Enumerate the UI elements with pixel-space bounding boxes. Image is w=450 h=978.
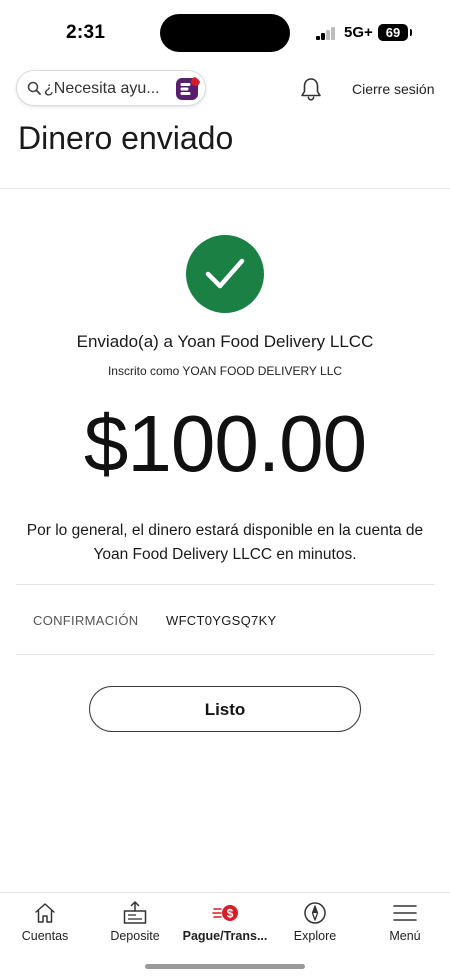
home-indicator[interactable]: [145, 964, 305, 969]
divider: [16, 584, 434, 585]
nav-label: Pague/Trans...: [182, 929, 268, 943]
sign-out-link[interactable]: Cierre sesión: [352, 81, 434, 97]
search-placeholder: ¿Necesita ayu...: [44, 80, 160, 97]
nav-label: Explore: [293, 929, 337, 943]
compass-icon: [304, 902, 326, 924]
confirmation-code: WFCT0YGSQ7KY: [166, 613, 277, 628]
nav-item-deposit[interactable]: Deposite: [90, 893, 180, 953]
top-bar: ¿Necesita ayu... Cierre sesión: [0, 70, 450, 110]
nav-item-explore[interactable]: Explore: [270, 893, 360, 953]
nav-label: Deposite: [110, 929, 160, 943]
amount-sent: $100.00: [83, 399, 367, 488]
dynamic-island: [160, 14, 290, 52]
search-assistant-input[interactable]: ¿Necesita ayu...: [16, 70, 206, 106]
confirmation-label: CONFIRMACIÓN: [33, 613, 139, 628]
nav-label: Cuentas: [21, 929, 69, 943]
nav-item-menu[interactable]: Menú: [360, 893, 450, 953]
enrolled-as-label: Inscrito como YOAN FOOD DELIVERY LLC: [107, 364, 343, 378]
network-type: 5G+: [344, 24, 373, 41]
title-divider: [0, 188, 450, 189]
menu-icon: [393, 905, 417, 921]
page-title: Dinero enviado: [18, 120, 234, 156]
done-button[interactable]: Listo: [89, 686, 361, 732]
status-time: 2:31: [66, 22, 106, 43]
pay-transfer-icon: $: [212, 905, 238, 921]
signal-icon: [316, 27, 338, 40]
deposit-icon: [123, 901, 147, 924]
availability-note: Por lo general, el dinero estará disponi…: [26, 522, 424, 563]
home-icon: [35, 903, 55, 923]
success-check-icon: [186, 235, 264, 313]
bell-icon[interactable]: [299, 76, 323, 102]
battery-icon: 69: [378, 24, 412, 41]
nav-item-accounts[interactable]: Cuentas: [0, 893, 90, 953]
svg-text:$: $: [227, 907, 234, 921]
assistant-icon[interactable]: [174, 75, 202, 103]
status-bar: 2:31 5G+ 69: [0, 0, 450, 66]
divider: [16, 654, 434, 655]
nav-item-pay-transfer[interactable]: $ Pague/Trans...: [180, 893, 270, 953]
nav-label: Menú: [389, 929, 421, 943]
search-icon: [27, 81, 41, 95]
recipient-label: Enviado(a) a Yoan Food Delivery LLCC: [76, 332, 374, 351]
